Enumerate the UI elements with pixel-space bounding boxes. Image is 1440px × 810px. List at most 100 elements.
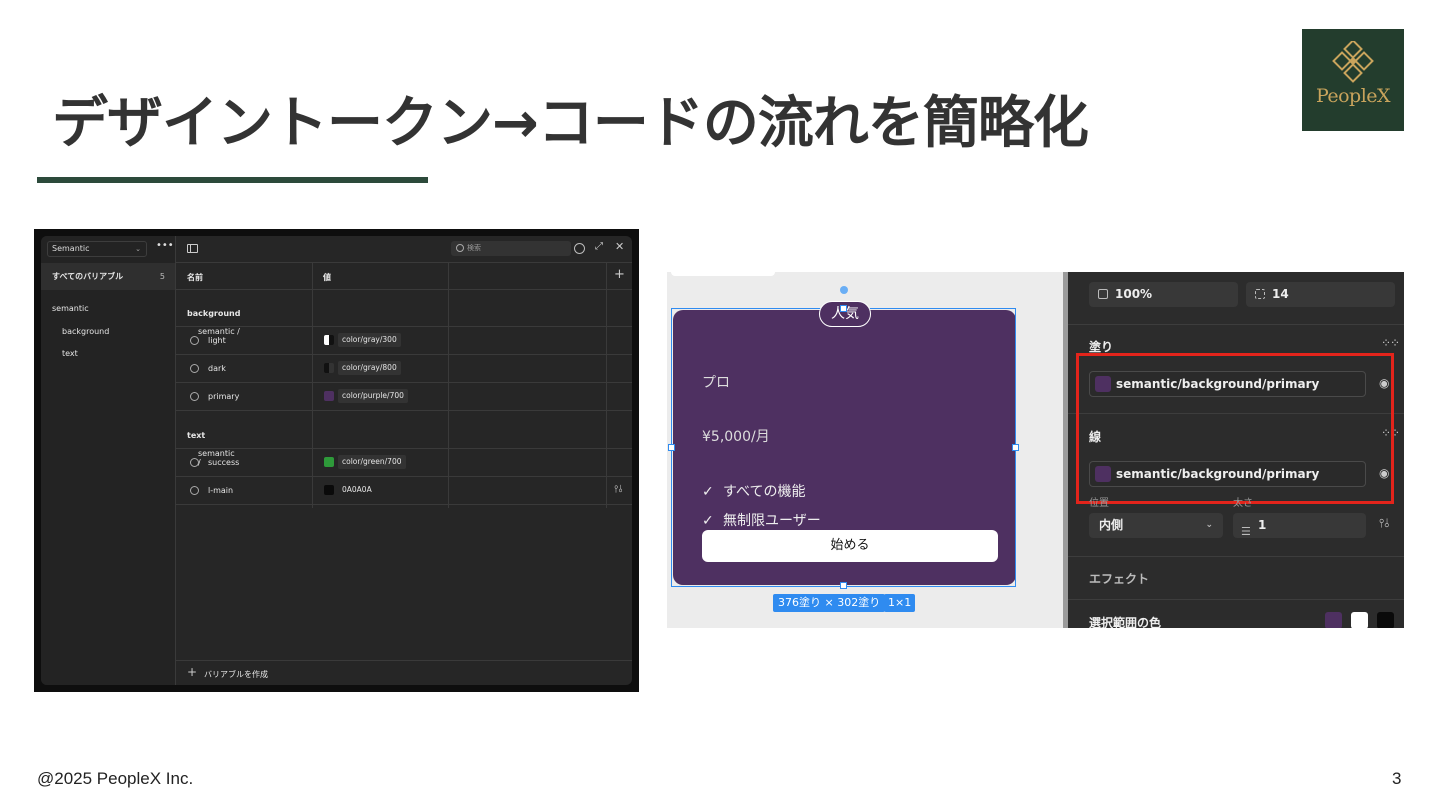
expand-icon[interactable]: ⤢ bbox=[595, 241, 603, 252]
selection-colors-label: 選択範囲の色 bbox=[1089, 616, 1162, 628]
resize-handle-top[interactable] bbox=[840, 305, 847, 312]
peoplex-logo: PeopleX bbox=[1302, 29, 1404, 131]
effects-section-label: エフェクト bbox=[1089, 572, 1150, 586]
chevron-down-icon: ⌄ bbox=[1205, 520, 1213, 530]
table-row[interactable]: l-main 0A0A0A ⫯⫰ bbox=[176, 477, 632, 505]
palette-icon bbox=[190, 336, 199, 345]
variable-value[interactable]: color/gray/300 bbox=[338, 333, 401, 347]
column-header-name: 名前 bbox=[187, 273, 203, 282]
color-swatch bbox=[324, 485, 334, 495]
size-label: 376塗り × 302塗り bbox=[773, 594, 886, 612]
search-icon bbox=[456, 244, 464, 252]
palette-icon bbox=[190, 392, 199, 401]
color-swatch bbox=[324, 457, 334, 467]
selection-color-chip[interactable] bbox=[1377, 612, 1394, 628]
palette-icon bbox=[190, 486, 199, 495]
group-name: background bbox=[187, 309, 241, 318]
palette-icon bbox=[190, 458, 199, 467]
properties-panel: 100% 14 塗り ⁘⁘ semantic/background/primar… bbox=[1068, 272, 1404, 628]
design-tool-screenshot: プロ ¥5,000/月 ✓ すべての機能 ✓ 無制限ユーザー 始める 人気 376塗… bbox=[667, 272, 1404, 628]
title-underline bbox=[37, 177, 428, 183]
color-swatch bbox=[324, 363, 334, 373]
create-variable-button[interactable]: + バリアブルを作成 bbox=[176, 660, 632, 685]
stroke-weight-field[interactable]: ☰ 1 bbox=[1233, 513, 1366, 538]
variable-name: light bbox=[208, 336, 226, 345]
table-row[interactable]: light color/gray/300 bbox=[176, 327, 632, 355]
section-divider bbox=[1068, 324, 1404, 325]
variable-value[interactable]: 0A0A0A bbox=[338, 483, 376, 497]
variables-panel-screenshot: Semantic ⌄ ••• すべてのバリアブル 5 semantic back… bbox=[34, 229, 639, 692]
sidebar-item-background[interactable]: background bbox=[62, 327, 109, 336]
size-label-secondary: 1×1 bbox=[884, 594, 916, 612]
variables-sidebar: Semantic ⌄ ••• すべてのバリアブル 5 semantic back… bbox=[41, 236, 176, 685]
radius-value: 14 bbox=[1272, 287, 1289, 301]
stroke-weight-value: 1 bbox=[1258, 518, 1267, 532]
variable-value[interactable]: color/gray/800 bbox=[338, 361, 401, 375]
palette-icon bbox=[190, 364, 199, 373]
search-placeholder: 検索 bbox=[467, 244, 481, 252]
variable-name: l-main bbox=[208, 486, 234, 495]
plus-icon: + bbox=[187, 665, 198, 679]
all-variables-label: すべてのバリアブル bbox=[52, 272, 124, 281]
selection-frame bbox=[671, 308, 1016, 587]
resize-handle-bottom[interactable] bbox=[840, 582, 847, 589]
weight-sublabel: 太さ bbox=[1233, 498, 1253, 509]
slide-title: デザイントークン→コードの流れを簡略化 bbox=[52, 91, 1089, 156]
footer-copyright: @2025 PeopleX Inc. bbox=[37, 769, 194, 788]
all-variables-count: 5 bbox=[159, 272, 165, 281]
styles-grid-icon[interactable]: ⁘⁘ bbox=[1381, 336, 1400, 350]
sidebar-item-text[interactable]: text bbox=[62, 349, 78, 358]
selection-color-chip[interactable] bbox=[1325, 612, 1342, 628]
color-swatch bbox=[324, 391, 334, 401]
opacity-icon bbox=[1098, 289, 1108, 299]
section-divider bbox=[1068, 599, 1404, 600]
resize-handle-left[interactable] bbox=[668, 444, 675, 451]
adjust-icon[interactable]: ⫯⫰ bbox=[614, 484, 623, 495]
selection-color-chip[interactable] bbox=[1351, 612, 1368, 628]
sidebar-toggle-icon[interactable] bbox=[187, 244, 198, 253]
logo-wordmark: PeopleX bbox=[1315, 85, 1391, 107]
more-options-icon[interactable]: ••• bbox=[156, 240, 174, 251]
table-row[interactable]: primary color/purple/700 bbox=[176, 383, 632, 411]
color-swatch bbox=[324, 335, 334, 345]
variable-name: dark bbox=[208, 364, 226, 373]
variable-value[interactable]: color/green/700 bbox=[338, 455, 406, 469]
variable-name: primary bbox=[208, 392, 240, 401]
sidebar-item-all-variables[interactable]: すべてのバリアブル 5 bbox=[41, 263, 175, 290]
resize-handle-right[interactable] bbox=[1012, 444, 1019, 451]
canvas-toolbar-fragment bbox=[671, 272, 775, 276]
variable-name: success bbox=[208, 458, 240, 467]
stroke-weight-icon: ☰ bbox=[1241, 525, 1251, 538]
diamond-logo-icon bbox=[1332, 41, 1374, 83]
variable-value[interactable]: color/purple/700 bbox=[338, 389, 408, 403]
corner-radius-icon bbox=[1255, 289, 1265, 299]
opacity-value: 100% bbox=[1115, 287, 1153, 301]
search-input[interactable]: 検索 bbox=[451, 241, 571, 256]
table-row[interactable]: dark color/gray/800 bbox=[176, 355, 632, 383]
create-variable-label: バリアブルを作成 bbox=[204, 670, 268, 679]
collection-select[interactable]: Semantic ⌄ bbox=[47, 241, 147, 257]
chevron-down-icon: ⌄ bbox=[135, 245, 141, 253]
stroke-position-value: 内側 bbox=[1099, 518, 1124, 532]
opacity-field[interactable]: 100% bbox=[1089, 282, 1238, 307]
group-row-background: semantic / background bbox=[176, 291, 632, 336]
variables-toolbar: 検索 ⤢ ✕ bbox=[176, 236, 632, 263]
position-sublabel: 位置 bbox=[1089, 498, 1109, 509]
table-header: 名前 値 + bbox=[176, 263, 632, 290]
group-name: text bbox=[187, 431, 206, 440]
sidebar-item-collection[interactable]: semantic bbox=[52, 304, 89, 313]
page-number: 3 bbox=[1392, 769, 1402, 788]
highlight-box bbox=[1076, 353, 1394, 504]
design-canvas: プロ ¥5,000/月 ✓ すべての機能 ✓ 無制限ユーザー 始める 人気 376塗… bbox=[667, 272, 1063, 628]
add-mode-icon[interactable]: + bbox=[614, 267, 625, 282]
group-row-text: semantic / text bbox=[176, 411, 632, 467]
stroke-position-select[interactable]: 内側 ⌄ bbox=[1089, 513, 1223, 538]
filter-icon[interactable] bbox=[574, 243, 585, 254]
table-row[interactable]: success color/green/700 bbox=[176, 449, 632, 477]
variables-panel: Semantic ⌄ ••• すべてのバリアブル 5 semantic back… bbox=[41, 236, 632, 685]
adjust-icon[interactable]: ⫯⫰ bbox=[1379, 516, 1389, 531]
rotation-handle[interactable] bbox=[840, 286, 848, 294]
radius-field[interactable]: 14 bbox=[1246, 282, 1395, 307]
close-icon[interactable]: ✕ bbox=[615, 240, 624, 253]
collection-select-value: Semantic bbox=[52, 244, 90, 253]
